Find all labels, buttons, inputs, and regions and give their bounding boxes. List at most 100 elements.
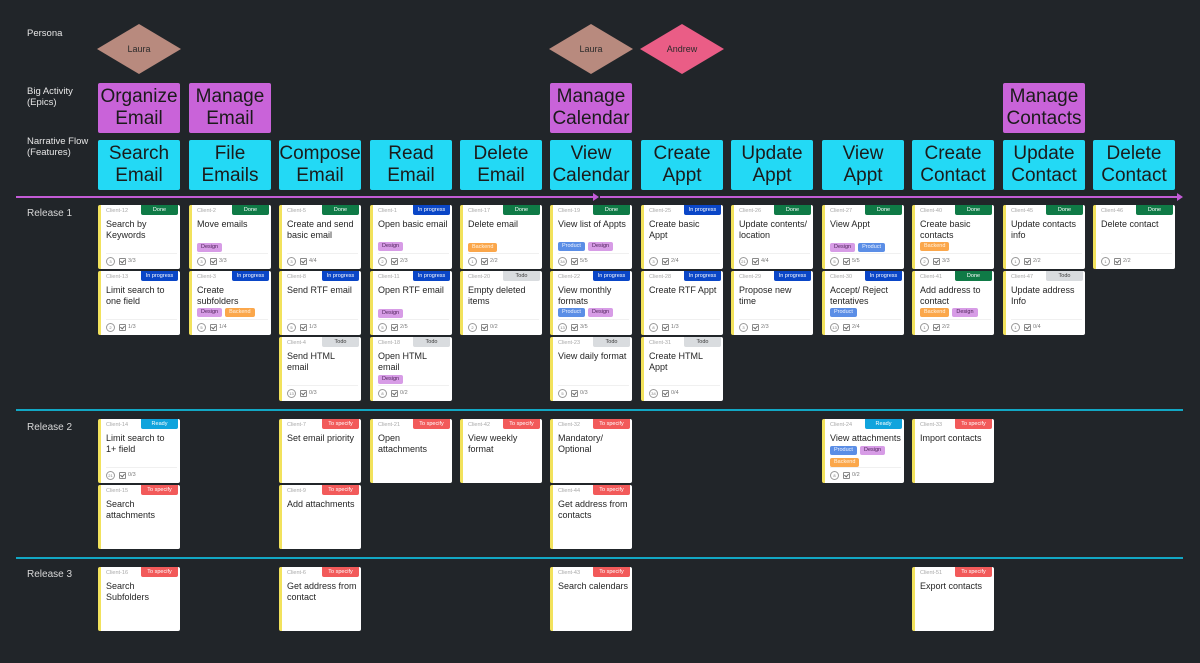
tag-design[interactable]: Design [587,242,614,251]
story-card[interactable]: Client-12 Done Search by Keywords 3 3/3 [98,205,180,269]
story-card[interactable]: Client-15 To specify Search attachments [98,485,180,549]
story-card[interactable]: Client-6 To specify Get address from conta… [279,567,361,631]
status-badge[interactable]: To specify [322,485,359,495]
story-card[interactable]: Client-20 Todo Empty deleted items 2 0/2 [460,271,542,335]
status-badge[interactable]: Todo [1046,271,1083,281]
story-card[interactable]: Client-9 To specify Add attachments [279,485,361,549]
feature-card[interactable]: Compose Email [279,140,361,190]
story-card[interactable]: Client-43 To specify Search calendars [550,567,632,631]
story-card[interactable]: Client-7 To specify Set email priority [279,419,361,483]
tag-design[interactable]: Design [859,446,886,455]
status-badge[interactable]: To specify [955,567,992,577]
story-card[interactable]: Client-11 In progress Open RTF email Design… [370,271,452,335]
story-card[interactable]: Client-4 Todo Send HTML email 13 0/3 [279,337,361,401]
story-card[interactable]: Client-45 Done Update contacts info 1 2/2 [1003,205,1085,269]
status-badge[interactable]: Ready [141,419,178,429]
persona-laura[interactable]: Laura [549,24,633,74]
status-badge[interactable]: Done [141,205,178,215]
status-badge[interactable]: In progress [774,271,811,281]
status-badge[interactable]: Done [593,205,630,215]
status-badge[interactable]: To specify [413,419,450,429]
tag-design[interactable]: Design [587,308,614,317]
status-badge[interactable]: Done [232,205,269,215]
tag-product[interactable]: Product [830,446,857,455]
epic-card[interactable]: Organize Email [98,83,180,133]
story-card[interactable]: Client-40 Done Create basic contacts Backen… [912,205,994,269]
tag-backend[interactable]: Backend [920,308,950,317]
tag-design[interactable]: Design [378,375,404,384]
tag-backend[interactable]: Backend [920,242,950,251]
story-card[interactable]: Client-27 Done View Appt Design Product 5 5/5 [822,205,904,269]
status-badge[interactable]: Todo [684,337,721,347]
status-badge[interactable]: Done [503,205,540,215]
epic-card[interactable]: Manage Email [189,83,271,133]
story-card[interactable]: Client-14 Ready Limit search to 1+ field 21… [98,419,180,483]
story-card[interactable]: Client-16 To specify Search Subfolders [98,567,180,631]
status-badge[interactable]: In progress [684,271,721,281]
story-card[interactable]: Client-18 Todo Open HTML email Design 8 0/2 [370,337,452,401]
epic-card[interactable]: Manage Calendar [550,83,632,133]
status-badge[interactable]: To specify [503,419,540,429]
status-badge[interactable]: In progress [141,271,178,281]
story-card[interactable]: Client-44 To specify Get address from cont… [550,485,632,549]
status-badge[interactable]: Done [774,205,811,215]
story-card[interactable]: Client-19 Done View list of Appts Product De… [550,205,632,269]
feature-card[interactable]: Delete Email [460,140,542,190]
feature-card[interactable]: Read Email [370,140,452,190]
tag-design[interactable]: Design [378,242,404,251]
story-card[interactable]: Client-47 Todo Update address Info 1 0/4 [1003,271,1085,335]
story-card[interactable]: Client-28 In progress Create RTF Appt 8 1/3 [641,271,723,335]
feature-card[interactable]: View Appt [822,140,904,190]
status-badge[interactable]: In progress [413,205,450,215]
feature-card[interactable]: File Emails [189,140,271,190]
status-badge[interactable]: In progress [865,271,902,281]
story-card[interactable]: Client-1 In progress Open basic email Desig… [370,205,452,269]
persona-andrew[interactable]: Andrew [640,24,724,74]
status-badge[interactable]: Todo [503,271,540,281]
status-badge[interactable]: To specify [593,485,630,495]
status-badge[interactable]: To specify [955,419,992,429]
story-card[interactable]: Client-24 Ready View attachments Product Des… [822,419,904,483]
status-badge[interactable]: To specify [141,485,178,495]
status-badge[interactable]: Todo [593,337,630,347]
status-badge[interactable]: In progress [684,205,721,215]
status-badge[interactable]: To specify [322,567,359,577]
status-badge[interactable]: Done [955,271,992,281]
status-badge[interactable]: To specify [322,419,359,429]
tag-backend[interactable]: Backend [225,308,255,317]
feature-card[interactable]: Delete Contact [1093,140,1175,190]
status-badge[interactable]: Done [1046,205,1083,215]
tag-design[interactable]: Design [830,243,856,252]
tag-product[interactable]: Product [830,308,857,317]
story-card[interactable]: Client-26 Done Update contents/ location 21… [731,205,813,269]
epic-card[interactable]: Manage Contacts [1003,83,1085,133]
status-badge[interactable]: In progress [593,271,630,281]
status-badge[interactable]: In progress [322,271,359,281]
feature-card[interactable]: Create Appt [641,140,723,190]
persona-laura[interactable]: Laura [97,24,181,74]
story-card[interactable]: Client-8 In progress Send RTF email 5 1/3 [279,271,361,335]
status-badge[interactable]: Done [865,205,902,215]
story-card[interactable]: Client-21 To specify Open attachments [370,419,452,483]
story-card[interactable]: Client-31 Todo Create HTML Appt 34 0/4 [641,337,723,401]
story-card[interactable]: Client-51 To specify Export contacts [912,567,994,631]
story-card[interactable]: Client-32 To specify Mandatory/ Optional [550,419,632,483]
status-badge[interactable]: In progress [413,271,450,281]
tag-design[interactable]: Design [197,308,223,317]
story-card[interactable]: Client-17 Done Delete email Backend 1 2/2 [460,205,542,269]
story-card[interactable]: Client-42 To specify View weekly format [460,419,542,483]
feature-card[interactable]: Search Email [98,140,180,190]
tag-backend[interactable]: Backend [468,243,498,252]
story-card[interactable]: Client-23 Todo View daily format 5 0/3 [550,337,632,401]
feature-card[interactable]: Update Contact [1003,140,1085,190]
story-card[interactable]: Client-33 To specify Import contacts [912,419,994,483]
feature-card[interactable]: View Calendar [550,140,632,190]
story-card[interactable]: Client-29 In progress Propose new time 3 2/3 [731,271,813,335]
story-card[interactable]: Client-41 Done Add address to contact Backe… [912,271,994,335]
feature-card[interactable]: Update Appt [731,140,813,190]
status-badge[interactable]: In progress [232,271,269,281]
tag-product[interactable]: Product [858,243,886,252]
story-card[interactable]: Client-3 In progress Create subfolders Desi… [189,271,271,335]
status-badge[interactable]: Todo [322,337,359,347]
status-badge[interactable]: Ready [865,419,902,429]
